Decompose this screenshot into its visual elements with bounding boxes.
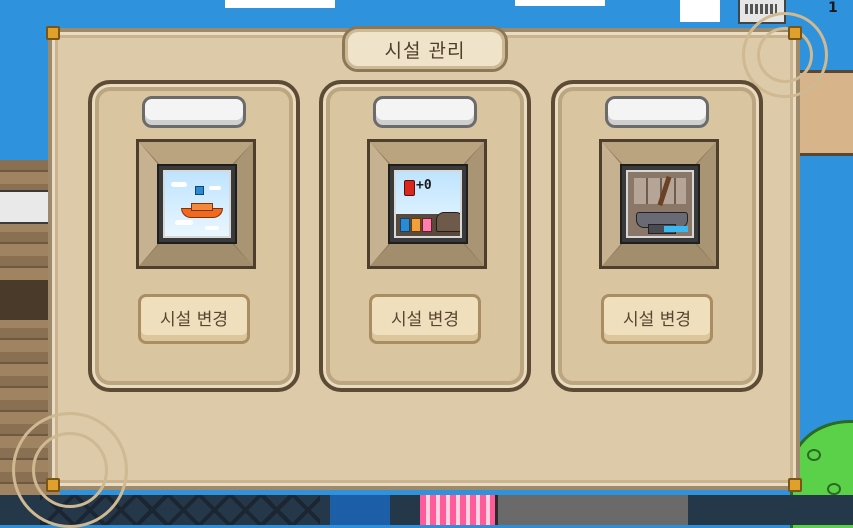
corner-bolt-icon xyxy=(788,478,802,492)
facility-name-plate xyxy=(605,96,709,128)
flying-boat-icon xyxy=(163,170,231,238)
decor-swirl xyxy=(757,27,813,83)
potion-shop-icon: +0 xyxy=(394,170,462,238)
potion-count-text: +0 xyxy=(416,178,432,193)
facility-icon-frame[interactable] xyxy=(136,139,256,269)
facility-name-plate xyxy=(142,96,246,128)
corner-bolt-icon xyxy=(46,478,60,492)
change-facility-label: 시설 변경 xyxy=(623,309,691,330)
corner-bolt-icon xyxy=(46,26,60,40)
corner-bolt-icon xyxy=(788,26,802,40)
facility-card: 시설 변경 xyxy=(551,80,763,392)
facility-icon-box: +0 xyxy=(388,164,468,244)
change-facility-button[interactable]: 시설 변경 xyxy=(369,294,481,344)
dialog-title: 시설 관리 xyxy=(384,39,466,62)
background-cloud xyxy=(225,0,335,8)
change-facility-button[interactable]: 시설 변경 xyxy=(601,294,713,344)
decor-swirl xyxy=(32,432,108,508)
background-text-fragment: 1 xyxy=(828,0,838,16)
facility-name-plate xyxy=(373,96,477,128)
background-cloud xyxy=(515,0,605,6)
facility-icon-box xyxy=(620,164,700,244)
change-facility-label: 시설 변경 xyxy=(160,309,228,330)
anvil-workshop-icon xyxy=(626,170,694,238)
facility-card: 시설 변경 xyxy=(88,80,300,392)
change-facility-button[interactable]: 시설 변경 xyxy=(138,294,250,344)
facility-icon-frame[interactable] xyxy=(599,139,719,269)
background-ground xyxy=(0,495,853,525)
dialog-title-plate: 시설 관리 xyxy=(342,26,508,72)
facility-icon-frame[interactable]: +0 xyxy=(367,139,487,269)
facility-card: +0 시설 변경 xyxy=(319,80,531,392)
background-cloud xyxy=(680,0,720,22)
change-facility-label: 시설 변경 xyxy=(391,309,459,330)
facility-icon-box xyxy=(157,164,237,244)
